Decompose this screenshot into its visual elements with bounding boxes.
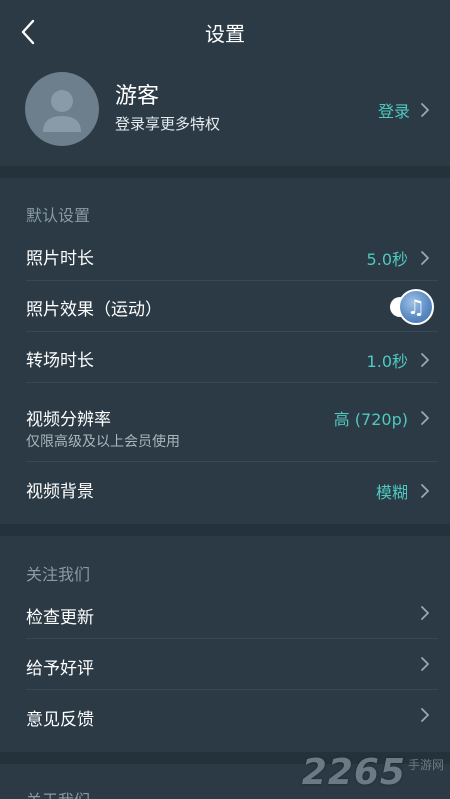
menu-give-rating[interactable]: 给予好评 xyxy=(0,639,450,690)
setting-value: 1.0秒 xyxy=(366,352,408,371)
chevron-right-icon xyxy=(421,657,429,671)
chevron-right-icon xyxy=(421,606,429,620)
header-bar: 设置 xyxy=(0,0,450,64)
menu-label: 检查更新 xyxy=(26,608,94,628)
avatar[interactable] xyxy=(25,72,99,146)
setting-label: 视频背景 xyxy=(26,482,94,502)
section-title-default-settings: 默认设置 xyxy=(26,206,91,225)
chevron-right-icon xyxy=(421,484,429,498)
setting-video-background[interactable]: 视频背景 模糊 xyxy=(0,462,450,513)
site-watermark: 2265 手游网 xyxy=(302,752,444,793)
music-note-icon[interactable]: ♫ xyxy=(398,289,434,325)
section-title-follow-us: 关注我们 xyxy=(26,565,91,584)
menu-feedback[interactable]: 意见反馈 xyxy=(0,690,450,741)
chevron-right-icon xyxy=(421,708,429,722)
login-label: 登录 xyxy=(377,102,410,121)
setting-value: 5.0秒 xyxy=(366,250,408,269)
setting-label: 视频分辨率 xyxy=(26,410,111,430)
page-title: 设置 xyxy=(205,22,245,46)
section-gap xyxy=(0,166,450,178)
settings-screen: 设置 游客 登录享更多特权 登录 默认设置 照片时长 5.0秒 照片效果（运动） xyxy=(0,0,450,799)
chevron-right-icon xyxy=(421,353,429,367)
setting-sublabel: 仅限高级及以上会员使用 xyxy=(26,434,180,450)
chevron-right-icon xyxy=(421,251,429,265)
menu-label: 给予好评 xyxy=(26,659,94,679)
setting-value: 模糊 xyxy=(375,483,408,502)
setting-photo-duration[interactable]: 照片时长 5.0秒 xyxy=(0,230,450,281)
section-title-about: 关于我们 xyxy=(26,787,90,799)
setting-label: 转场时长 xyxy=(26,351,94,371)
profile-card[interactable]: 游客 登录享更多特权 登录 xyxy=(0,64,450,166)
menu-label: 意见反馈 xyxy=(26,710,94,730)
setting-photo-effect: 照片效果（运动） ♫ xyxy=(0,281,450,332)
menu-check-update[interactable]: 检查更新 xyxy=(0,588,450,639)
chevron-right-icon xyxy=(421,411,429,425)
username: 游客 xyxy=(115,84,160,109)
setting-value: 高 (720p) xyxy=(333,410,408,429)
setting-video-resolution[interactable]: 视频分辨率 仅限高级及以上会员使用 高 (720p) xyxy=(0,383,450,462)
watermark-text: 手游网 xyxy=(407,758,444,772)
setting-transition-duration[interactable]: 转场时长 1.0秒 xyxy=(0,332,450,383)
setting-label: 照片效果（运动） xyxy=(26,300,162,320)
login-button[interactable]: 登录 xyxy=(378,98,430,122)
watermark-number: 2265 xyxy=(301,752,406,793)
photo-effect-toggle[interactable]: ♫ xyxy=(386,289,438,325)
chevron-right-icon xyxy=(421,103,429,117)
login-hint: 登录享更多特权 xyxy=(115,115,221,133)
user-silhouette-icon xyxy=(43,90,81,132)
setting-label: 照片时长 xyxy=(26,249,94,269)
section-gap xyxy=(0,524,450,536)
